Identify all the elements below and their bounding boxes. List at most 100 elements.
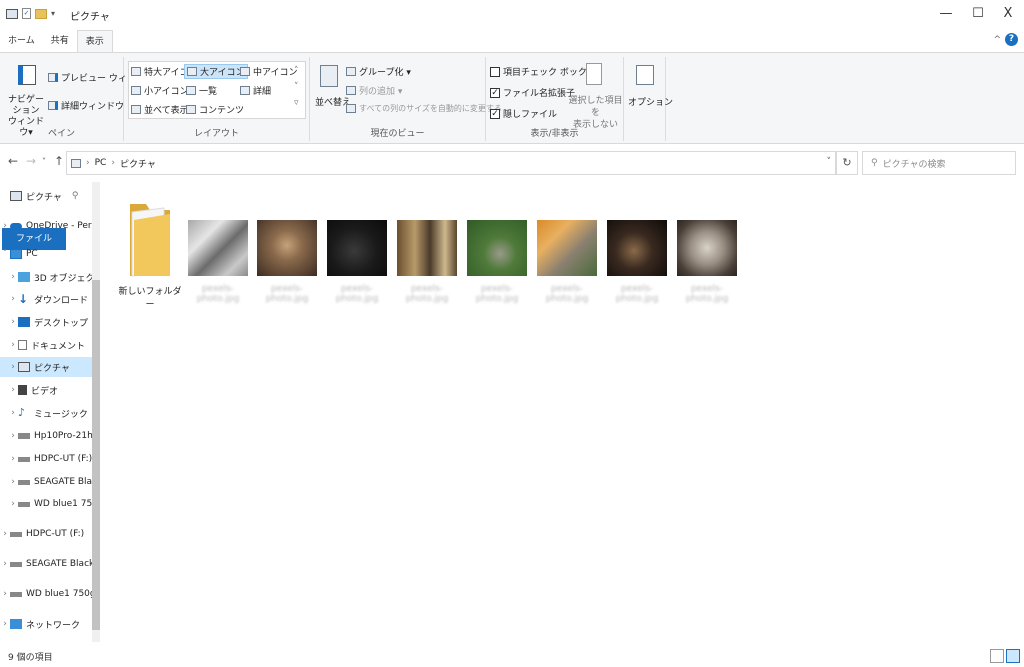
add-columns-icon (346, 86, 356, 95)
search-box[interactable]: ⚲ ピクチャの検索 (862, 151, 1016, 175)
sidebar-item-wd-blue-root[interactable]: › WD blue1 750gb ( (0, 584, 92, 604)
sidebar-item-network[interactable]: › ネットワーク (0, 614, 92, 634)
layout-list[interactable]: 一覧 (186, 84, 217, 97)
expand-chevron-icon[interactable]: › (0, 529, 10, 539)
cat-photo-thumbnail (537, 220, 597, 276)
breadcrumb-pc[interactable]: PC (95, 158, 107, 168)
help-icon[interactable]: ? (1005, 33, 1018, 46)
folder-name: 新しいフォルダー (118, 287, 182, 310)
hidden-items-toggle[interactable]: ✓ 隠しファイル (490, 107, 557, 120)
sidebar-label: ピクチャ (34, 363, 70, 374)
expand-chevron-icon[interactable]: › (8, 385, 18, 395)
sidebar-item-pc[interactable]: ˅ PC (0, 244, 92, 264)
layout-content[interactable]: コンテンツ (186, 103, 244, 116)
sidebar-item-pictures-quick[interactable]: ピクチャ ⚲ (0, 186, 92, 206)
group-by-button[interactable]: グループ化 ▾ (346, 65, 411, 78)
tab-home[interactable]: ホーム (0, 30, 43, 52)
new-folder-icon[interactable] (35, 8, 47, 19)
expand-chevron-icon[interactable]: › (8, 340, 18, 350)
collapse-ribbon-icon[interactable]: ^ (993, 35, 1001, 45)
scroll-down-icon[interactable]: ˅ (294, 81, 299, 94)
sidebar-label: HDPC-UT (F:) (34, 454, 92, 464)
sidebar-label: HDPC-UT (F:) (26, 529, 85, 539)
sidebar-item-hp10pro[interactable]: › Hp10Pro-21h1-j (0, 426, 92, 446)
expand-gallery-icon[interactable]: ▿ (294, 97, 299, 110)
options-button[interactable]: オプション (628, 95, 673, 108)
file-extensions-toggle[interactable]: ✓ ファイル名拡張子 (490, 86, 575, 99)
expand-chevron-icon[interactable]: › (8, 499, 18, 509)
details-label: 詳細 (253, 87, 272, 97)
refresh-button[interactable]: ↻ (836, 151, 858, 175)
sidebar-item-downloads[interactable]: › ↓ ダウンロード (0, 289, 92, 309)
tab-share[interactable]: 共有 (43, 30, 77, 52)
drive-icon (18, 501, 30, 507)
checkbox-unchecked[interactable] (490, 66, 500, 77)
expand-chevron-icon[interactable]: › (8, 272, 18, 282)
maximize-button[interactable]: ☐ (964, 4, 992, 24)
expand-chevron-icon[interactable]: › (8, 362, 18, 372)
sidebar-item-hdpc-ut[interactable]: › HDPC-UT (F:) (0, 449, 92, 469)
expand-chevron-icon[interactable]: › (8, 317, 18, 327)
file-name: pexels-photo.jpg (545, 284, 589, 304)
recent-locations-icon[interactable]: ˅ (42, 157, 46, 166)
sidebar-item-documents[interactable]: › ドキュメント (0, 335, 92, 355)
sidebar-item-music[interactable]: › ♪ ミュージック (0, 403, 92, 423)
sidebar-label: ネットワーク (26, 620, 81, 631)
hidden-items-label: 隠しファイル (503, 110, 558, 120)
details-view-icon[interactable] (990, 649, 1004, 663)
layout-l-icons[interactable]: 大アイコン (184, 64, 248, 79)
cube-icon (18, 272, 30, 282)
expand-chevron-icon[interactable]: › (8, 431, 18, 441)
layout-details[interactable]: 詳細 (240, 84, 271, 97)
item-checkboxes-toggle[interactable]: 項目チェック ボックス (490, 65, 596, 78)
sidebar-item-desktop[interactable]: › デスクトップ (0, 312, 92, 332)
sidebar-item-3d-objects[interactable]: › 3D オブジェクト (0, 267, 92, 287)
breadcrumb-pictures[interactable]: ピクチャ (120, 157, 156, 170)
size-all-columns-button[interactable]: すべての列のサイズを自動的に変更する (346, 103, 502, 114)
back-arrow-icon[interactable]: ← (8, 154, 18, 168)
expand-chevron-icon[interactable]: › (0, 619, 10, 629)
checkbox-checked[interactable]: ✓ (490, 108, 500, 119)
forward-arrow-icon[interactable]: → (26, 154, 36, 168)
expand-chevron-icon[interactable]: › (8, 294, 18, 304)
window-icon[interactable] (6, 8, 18, 19)
expand-chevron-icon[interactable]: › (8, 477, 18, 487)
expand-chevron-icon[interactable]: › (0, 589, 10, 599)
sidebar-scroll-thumb[interactable] (92, 280, 100, 630)
layout-m-icons[interactable]: 中アイコン (240, 65, 298, 78)
pictures-icon (10, 191, 22, 201)
checkbox-checked[interactable]: ✓ (490, 87, 500, 98)
customize-toolbar-icon[interactable]: ▾ (51, 9, 55, 18)
close-button[interactable]: X (994, 4, 1022, 24)
sidebar-item-pictures[interactable]: › ピクチャ (0, 357, 92, 377)
large-icons-view-icon[interactable] (1006, 649, 1020, 663)
sidebar-item-videos[interactable]: › ビデオ (0, 380, 92, 400)
expand-chevron-icon[interactable]: › (8, 454, 18, 464)
tab-view[interactable]: 表示 (76, 30, 113, 52)
pin-icon[interactable]: ⚲ (72, 191, 79, 201)
minimize-button[interactable]: — (932, 4, 960, 24)
folder-icon (130, 204, 170, 277)
address-bar[interactable]: › PC › ピクチャ ˅ (66, 151, 836, 175)
sidebar-item-wd-blue[interactable]: › WD blue1 750gb (0, 494, 92, 514)
properties-icon[interactable]: ✓ (22, 8, 31, 19)
add-columns-button[interactable]: 列の追加 ▾ (346, 84, 402, 97)
details-pane-button[interactable]: 詳細ウィンドウ (48, 99, 124, 112)
layout-tiles[interactable]: 並べて表示 (131, 103, 189, 116)
layout-s-icons[interactable]: 小アイコン (131, 84, 189, 97)
up-arrow-icon[interactable]: ↑ (54, 154, 64, 168)
sidebar-item-seagate[interactable]: › SEAGATE Black 1 (0, 472, 92, 492)
layout-scroll[interactable]: ˄ ˅ ▿ (294, 65, 299, 110)
pictures-icon (18, 362, 30, 372)
pictures-folder-icon (71, 158, 81, 168)
scroll-up-icon[interactable]: ˄ (294, 65, 299, 78)
sidebar-item-seagate-root[interactable]: › SEAGATE Black 1tl (0, 554, 92, 574)
sort-icon (320, 65, 338, 87)
sidebar-item-onedrive[interactable]: › OneDrive - Person (0, 216, 92, 236)
expand-chevron-icon[interactable]: › (0, 559, 10, 569)
address-dropdown-icon[interactable]: ˅ (827, 157, 832, 167)
expand-chevron-icon[interactable]: › (8, 408, 18, 418)
sidebar-item-hdpc-ut-root[interactable]: › HDPC-UT (F:) (0, 524, 92, 544)
expand-chevron-icon[interactable]: › (0, 221, 10, 231)
collapse-chevron-icon[interactable]: ˅ (0, 249, 10, 259)
